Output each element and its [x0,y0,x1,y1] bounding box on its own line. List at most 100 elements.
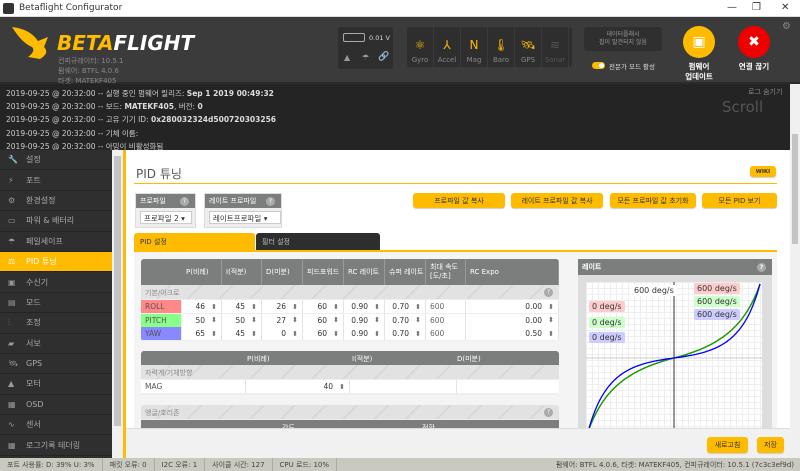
expert-mode-toggle[interactable] [592,62,605,69]
help-icon[interactable]: ? [544,408,553,417]
wiki-button[interactable]: WIKI [750,166,776,177]
firmware-version: 펌웨어: BTFL 4.0.6 [58,67,119,75]
main-scrollbar[interactable] [790,84,800,458]
restore-button[interactable]: ❐ [752,2,761,13]
bottom-toolbar: 새로고침 저장 [126,428,790,458]
pid-value-input[interactable]: 46 [182,300,222,313]
sidebar-item-1[interactable]: ⚡ 포트 [0,170,112,191]
refresh-button[interactable]: 새로고침 [707,437,748,453]
pid-value-input[interactable]: 45 [222,327,262,340]
sidebar-item-label: GPS [26,359,43,369]
sidebar-item-4[interactable]: ☂ 페일세이프 [0,232,112,252]
pid-value-input[interactable]: 27 [262,313,303,327]
parachute-icon: ☂ [8,236,16,246]
tab-filter-settings[interactable]: 필터 설정 [256,233,380,251]
gps-icon: 🛰 [520,38,536,52]
pid-value-input[interactable]: 60 [303,313,344,327]
pid-header-4: RC 레이트 [344,259,385,285]
pid-tuning-content: PID 튜닝 WIKI 프로파일? 프로파일 2 ▾ 레이트 프로파일? 레이트… [126,150,790,428]
pid-header-5: 슈퍼 레이트 [385,259,426,285]
save-button[interactable]: 저장 [757,437,784,453]
rates-panel: 레이트? 600 deg/s 0 deg/s 0 deg/s 0 deg/s 6… [578,259,772,428]
sidebar-scrollbar[interactable] [112,150,123,458]
pid-value-input[interactable]: 0.50 [466,327,559,340]
sidebar-item-2[interactable]: ⚙ 환경설정 [0,191,112,212]
pid-value-input[interactable]: 0.90 [344,300,385,313]
pid-value-input[interactable]: 0 [262,327,303,340]
chip-icon: ▣ [692,34,706,50]
header: BETAFLIGHT 컨피규레이터: 10.5.1 펌웨어: BTFL 4.0.… [0,17,800,85]
close-button[interactable]: ✕ [781,2,789,13]
sidebar-item-14[interactable]: ▦ 로그기록 테더링 [0,435,112,456]
sidebar-item-9[interactable]: ▰ 서보 [0,334,112,354]
modes-icon: ▤ [8,297,16,307]
logo-text: BETAFLIGHT [57,31,195,55]
profile-selector: 프로파일? 프로파일 2 ▾ [135,193,196,228]
pid-value-input[interactable]: 45 [222,300,262,313]
sidebar-item-6[interactable]: ▣ 수신기 [0,272,112,293]
section-angle-horizon: 앵글/호리존 [145,409,180,417]
yaw-current-rate: 0 deg/s [589,332,625,343]
pid-value-input[interactable]: 0.70 [385,327,426,340]
sidebar-item-5[interactable]: ⚖ PID 튜닝 [0,251,112,273]
receiver-icon: ▣ [8,277,16,287]
pid-value-input[interactable]: 26 [262,300,303,313]
settings-gear-icon[interactable]: ⚙ [782,21,791,32]
pid-value-input[interactable]: 65 [182,327,222,340]
sensor-sonar: ≋ Sonar [542,27,569,67]
title-bar: Betaflight Configurator — ❐ ✕ [0,0,800,17]
log-line: 2019-09-25 @ 20:32:00 -- 고유 기기 ID: 0x280… [6,115,277,125]
help-icon[interactable]: ? [757,263,766,272]
pid-value-input[interactable]: 50 [182,313,222,327]
sidebar-item-0[interactable]: 🔧 설정 [0,150,112,171]
mag-header-d: D(미분) [457,355,481,363]
baro-icon: 🌡 [493,38,509,52]
sidebar-item-3[interactable]: ▭ 파워 & 배터리 [0,211,112,232]
pitch-current-rate: 0 deg/s [589,317,625,328]
pid-value-input[interactable]: 0.90 [344,327,385,340]
minimize-button[interactable]: — [727,2,737,13]
pid-value-input[interactable]: 60 [303,300,344,313]
pid-value-input[interactable]: 60 [303,327,344,340]
sensor-gyro: ⚛ Gyro [407,27,434,67]
sidebar-item-8[interactable]: ⫶ 조정 [0,313,112,334]
packet-errors: 패킷 오류: 0 [103,458,155,471]
port-utilization: 포트 사용률: D: 39% U: 3% [0,458,103,471]
sensor-label: Accel [437,56,457,64]
mag-p-input[interactable]: 40 [245,380,350,393]
help-icon[interactable]: ? [180,197,189,206]
pid-table: P(비례) I(적분) D(미분) 피드포워드 RC 레이트 슈퍼 레이트 최대 속도 [도… [141,259,559,341]
sidebar-item-11[interactable]: ▲ 모터 [0,374,112,395]
firmware-update-button[interactable]: ▣ [683,26,715,58]
tab-pid-settings[interactable]: PID 설정 [134,233,255,251]
disconnect-label: 연결 끊기 [738,62,770,71]
axis-label: YAW [141,327,181,340]
sidebar-item-13[interactable]: ∿ 센서 [0,415,112,436]
battery-panel: 0.01 V ▲ ☂ 🔗 [338,27,393,69]
pid-value-input[interactable]: 0.70 [385,313,426,327]
pid-value-input[interactable]: 0.00 [466,300,559,313]
pid-value-input[interactable]: 0.00 [466,313,559,327]
pid-value-input[interactable]: 50 [222,313,262,327]
copy-rate-profile-button[interactable]: 레이트 프로파일 값 복사 [511,193,603,208]
warning-icon: ▲ [344,53,351,62]
help-icon[interactable]: ? [266,197,275,206]
sidebar-item-label: 센서 [26,420,41,430]
reset-profile-button[interactable]: 모든 프로파일 값 초기화 [610,193,696,208]
profile-select[interactable]: 프로파일 2 ▾ [140,211,192,224]
copy-profile-button[interactable]: 프로파일 값 복사 [413,193,505,208]
sidebar-item-12[interactable]: ▦ OSD [0,395,112,416]
disconnect-button[interactable]: ✖ [738,26,770,58]
sidebar-item-7[interactable]: ▤ 모드 [0,293,112,314]
pid-value-input: 600 [426,300,466,313]
pid-value-input: 600 [426,327,466,340]
rate-profile-label: 레이트 프로파일 [209,197,257,205]
pid-value-input[interactable]: 0.90 [344,313,385,327]
show-all-pids-button[interactable]: 모든 PID 보기 [702,193,777,208]
pid-header-2: D(미분) [262,259,303,285]
pid-value-input[interactable]: 0.70 [385,300,426,313]
help-icon[interactable]: ? [544,288,553,297]
sidebar-item-10[interactable]: 🛰 GPS [0,354,112,375]
rate-profile-select[interactable]: 레이트프로파일 ▾ [209,211,281,224]
status-bar: 포트 사용률: D: 39% U: 3% 패킷 오류: 0 I2C 오류: 1 … [0,458,800,471]
